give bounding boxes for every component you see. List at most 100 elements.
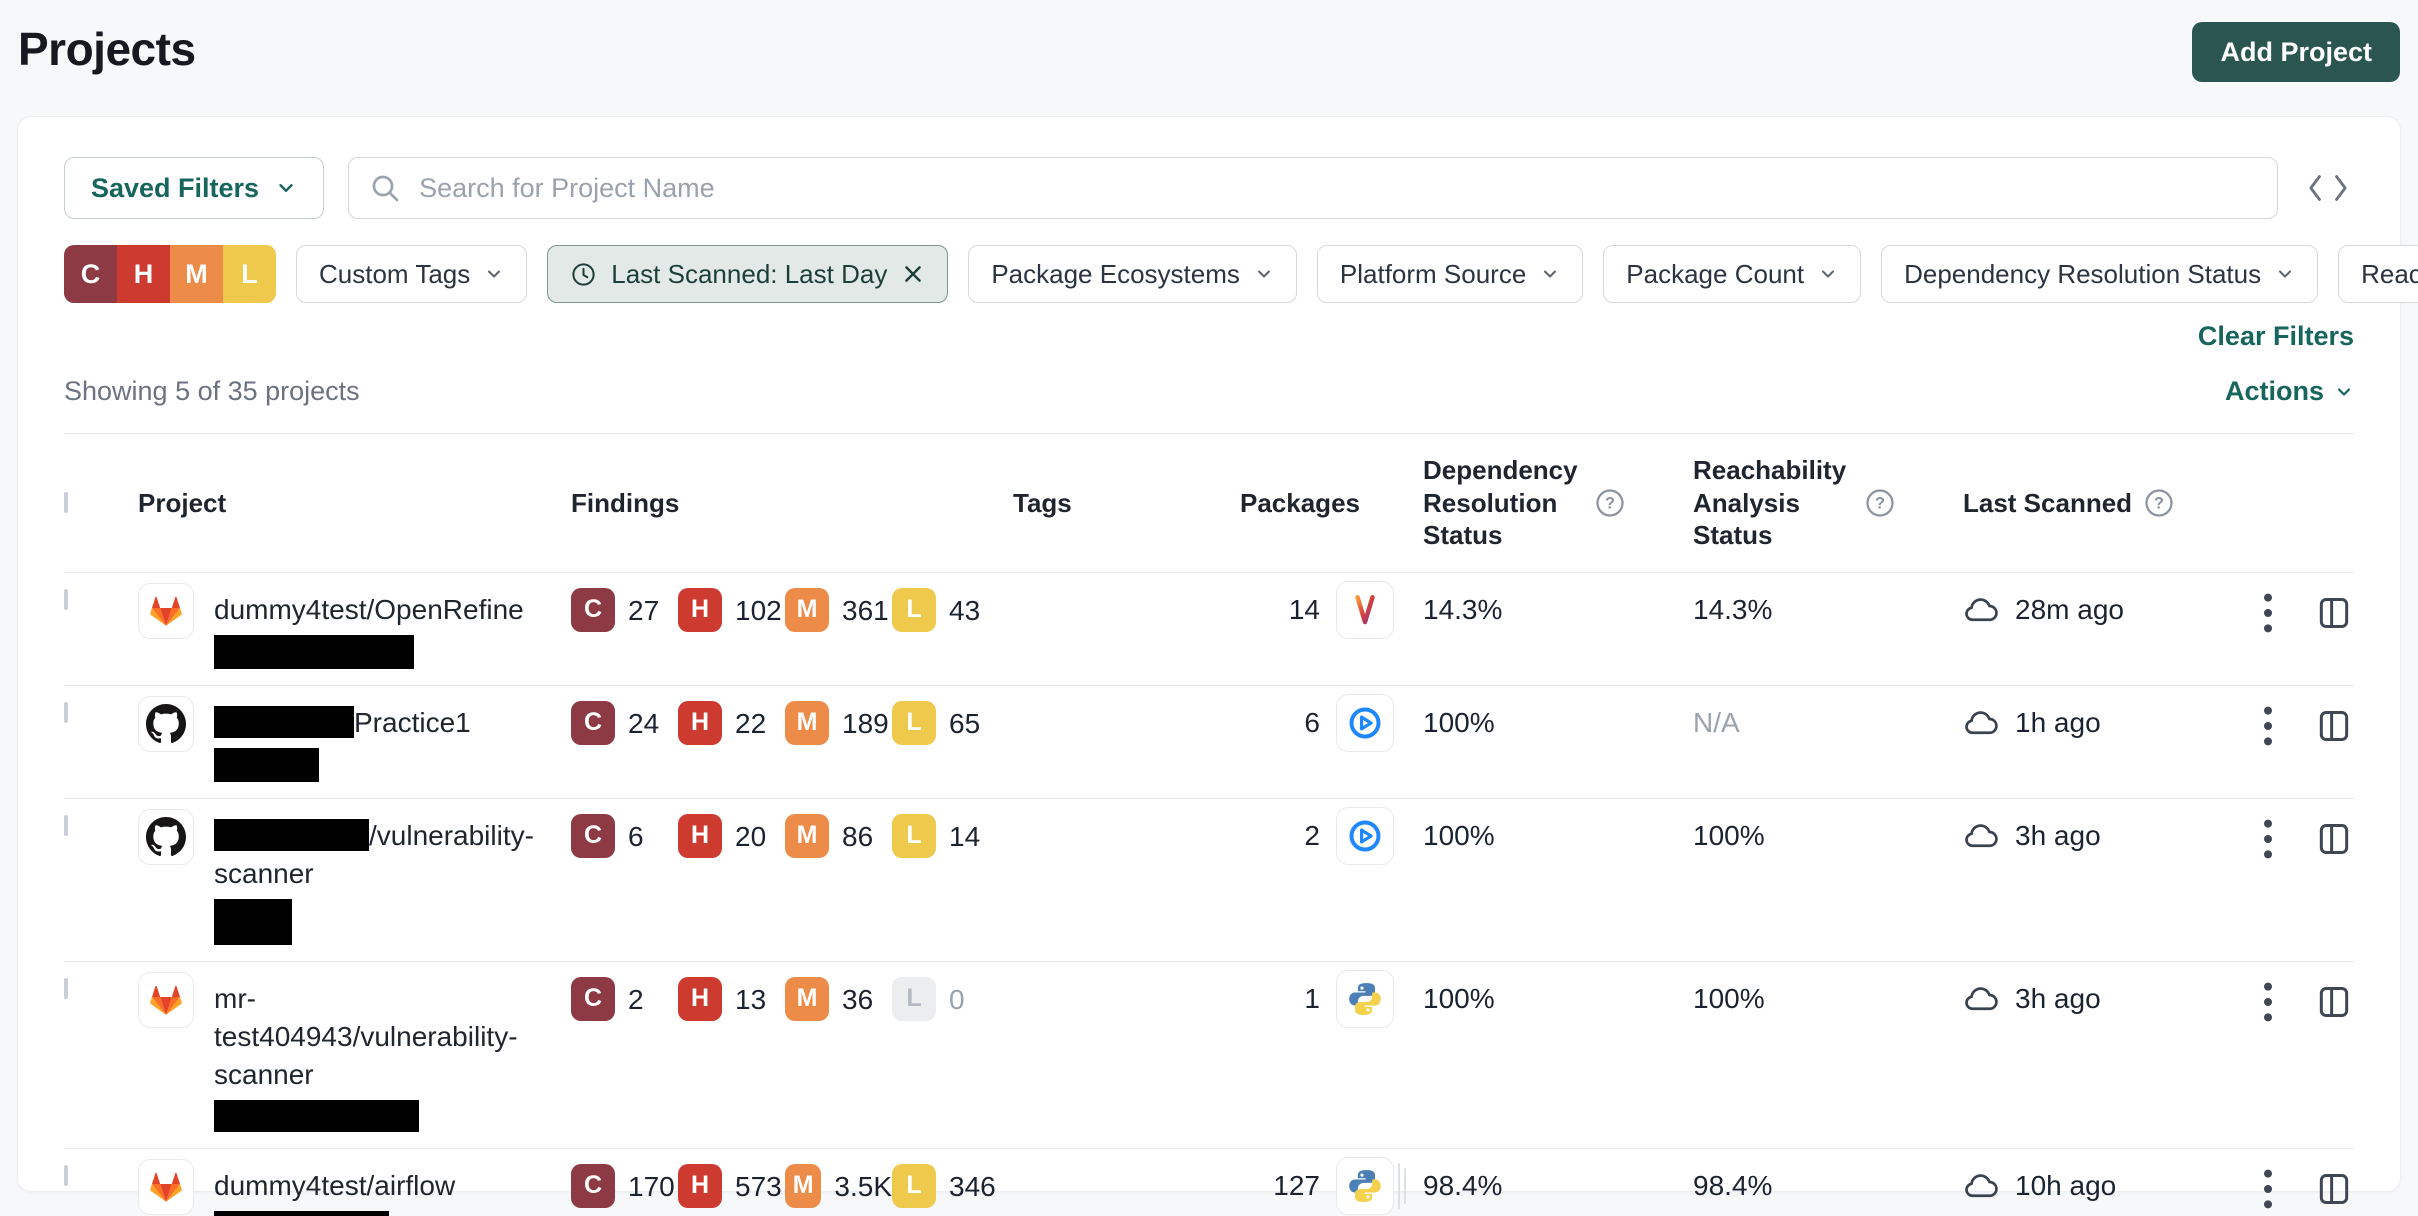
row-actions [2233, 1167, 2354, 1209]
project-name[interactable]: mr-test404943/vulnerability-scanner [214, 980, 554, 1132]
projects-table: Project Findings Tags Packages Dependenc… [64, 433, 2354, 1216]
finding-count: 346 [949, 1171, 996, 1203]
project-name-text: mr-test404943/vulnerability-scanner [214, 983, 518, 1090]
filter-custom-tags[interactable]: Custom Tags [296, 245, 527, 303]
kebab-menu-icon[interactable] [2248, 982, 2288, 1022]
open-side-panel-icon[interactable] [2314, 819, 2354, 859]
column-header-reachability-analysis-status: Reachability Analysis Status ? [1693, 454, 1963, 552]
project-cell: /vulnerability-scanner [138, 817, 571, 945]
severity-badge-high: H [678, 814, 722, 858]
saved-filters-dropdown[interactable]: Saved Filters [64, 157, 324, 219]
table-row[interactable]: Practice1 C24H22M189L65 6 100% N/A [64, 686, 2354, 799]
row-checkbox[interactable] [64, 815, 68, 836]
findings-cell: C24H22M189L65 [571, 704, 1013, 745]
severity-segment-critical[interactable]: C [64, 245, 117, 303]
dependency-resolution-value: 100% [1423, 980, 1693, 1018]
help-icon[interactable]: ? [1865, 488, 1895, 518]
kebab-menu-icon[interactable] [2248, 593, 2288, 633]
showing-count-text: Showing 5 of 35 projects [64, 376, 360, 407]
severity-badge-medium: M [785, 588, 829, 632]
help-icon[interactable]: ? [1595, 488, 1625, 518]
findings-cell: C170H573M3.5KL346 [571, 1167, 1013, 1208]
close-icon[interactable] [901, 262, 925, 286]
findings-cell: C27H102M 361L 43 [571, 591, 1013, 632]
row-checkbox[interactable] [64, 978, 68, 999]
reachability-analysis-value: 14.3% [1693, 591, 1963, 629]
open-side-panel-icon[interactable] [2314, 593, 2354, 633]
select-all-checkbox[interactable] [64, 492, 68, 513]
filter-dependency-resolution-status[interactable]: Dependency Resolution Status [1881, 245, 2318, 303]
open-side-panel-icon[interactable] [2314, 1169, 2354, 1209]
column-header-packages: Packages [1240, 487, 1423, 520]
github-icon [138, 809, 194, 865]
package-count: 14 [1258, 591, 1320, 629]
column-header-tags: Tags [1013, 487, 1240, 520]
finding-count: 6 [628, 821, 644, 853]
finding-critical: C27 [571, 591, 678, 632]
filter-package-ecosystems[interactable]: Package Ecosystems [968, 245, 1297, 303]
severity-filter-control: C H M L [64, 245, 276, 303]
severity-badge-high: H [678, 701, 722, 745]
severity-badge-critical: C [571, 588, 615, 632]
table-row[interactable]: dummy4test/airflow C170H573M3.5KL346 127… [64, 1149, 2354, 1216]
code-query-toggle-icon[interactable] [2302, 162, 2354, 214]
gitlab-icon [138, 972, 194, 1028]
package-count: 1 [1258, 980, 1320, 1018]
finding-count: 361 [842, 595, 889, 627]
finding-high: H20 [678, 817, 785, 858]
project-name[interactable]: /vulnerability-scanner [214, 817, 554, 945]
filter-label: Package Ecosystems [991, 259, 1240, 290]
search-input[interactable] [419, 173, 2257, 204]
last-scanned-cell: 1h ago [1963, 704, 2233, 742]
severity-badge-critical: C [571, 814, 615, 858]
filter-last-scanned-active[interactable]: Last Scanned: Last Day [547, 245, 948, 303]
actions-dropdown[interactable]: Actions [2225, 376, 2354, 407]
filter-package-count[interactable]: Package Count [1603, 245, 1861, 303]
severity-segment-medium[interactable]: M [170, 245, 223, 303]
table-row[interactable]: mr-test404943/vulnerability-scanner C2H1… [64, 962, 2354, 1149]
add-project-button[interactable]: Add Project [2192, 22, 2400, 82]
row-actions [2233, 817, 2354, 859]
finding-count: 573 [735, 1171, 782, 1203]
projects-card: Saved Filters C H M L Custom Tags [17, 116, 2401, 1192]
severity-segment-low[interactable]: L [223, 245, 276, 303]
row-checkbox[interactable] [64, 702, 68, 723]
finding-high: H22 [678, 704, 785, 745]
severity-badge-critical: C [571, 701, 615, 745]
cloud-icon [1963, 984, 1999, 1014]
open-side-panel-icon[interactable] [2314, 982, 2354, 1022]
project-name[interactable]: Practice1 [214, 704, 554, 782]
project-name[interactable]: dummy4test/OpenRefine [214, 591, 554, 669]
ecosystem-icon-box [1336, 807, 1394, 865]
severity-badge-critical: C [571, 1164, 615, 1208]
severity-badge-critical: C [571, 977, 615, 1021]
search-row: Saved Filters [64, 157, 2354, 219]
filter-label: Platform Source [1340, 259, 1526, 290]
kebab-menu-icon[interactable] [2248, 1169, 2288, 1209]
open-side-panel-icon[interactable] [2314, 706, 2354, 746]
finding-count: 43 [949, 595, 980, 627]
table-row[interactable]: /vulnerability-scanner C6H20M86L14 2 100… [64, 799, 2354, 962]
filter-platform-source[interactable]: Platform Source [1317, 245, 1583, 303]
severity-badge-low: L [892, 588, 936, 632]
svg-text:?: ? [1875, 494, 1885, 512]
row-checkbox[interactable] [64, 1165, 68, 1186]
ecosystem-icon-box [1336, 694, 1394, 752]
finding-critical: C170 [571, 1167, 678, 1208]
gitlab-icon [138, 1159, 194, 1215]
kebab-menu-icon[interactable] [2248, 706, 2288, 746]
clear-filters-link[interactable]: Clear Filters [2198, 321, 2354, 351]
kebab-menu-icon[interactable] [2248, 819, 2288, 859]
last-scanned-cell: 28m ago [1963, 591, 2233, 629]
project-name[interactable]: dummy4test/airflow [214, 1167, 554, 1216]
finding-high: H102 [678, 591, 785, 632]
row-checkbox[interactable] [64, 589, 68, 610]
table-row[interactable]: dummy4test/OpenRefine C27H102M 361L 43 14 [64, 573, 2354, 686]
filter-reachability-analysis-status[interactable]: Reachability Analysis Status [2338, 245, 2418, 303]
cloud-icon [1963, 708, 1999, 738]
severity-segment-high[interactable]: H [117, 245, 170, 303]
chevron-down-icon [484, 264, 504, 284]
row-actions [2233, 980, 2354, 1022]
packages-cell: 6 [1240, 704, 1423, 752]
help-icon[interactable]: ? [2144, 488, 2174, 518]
